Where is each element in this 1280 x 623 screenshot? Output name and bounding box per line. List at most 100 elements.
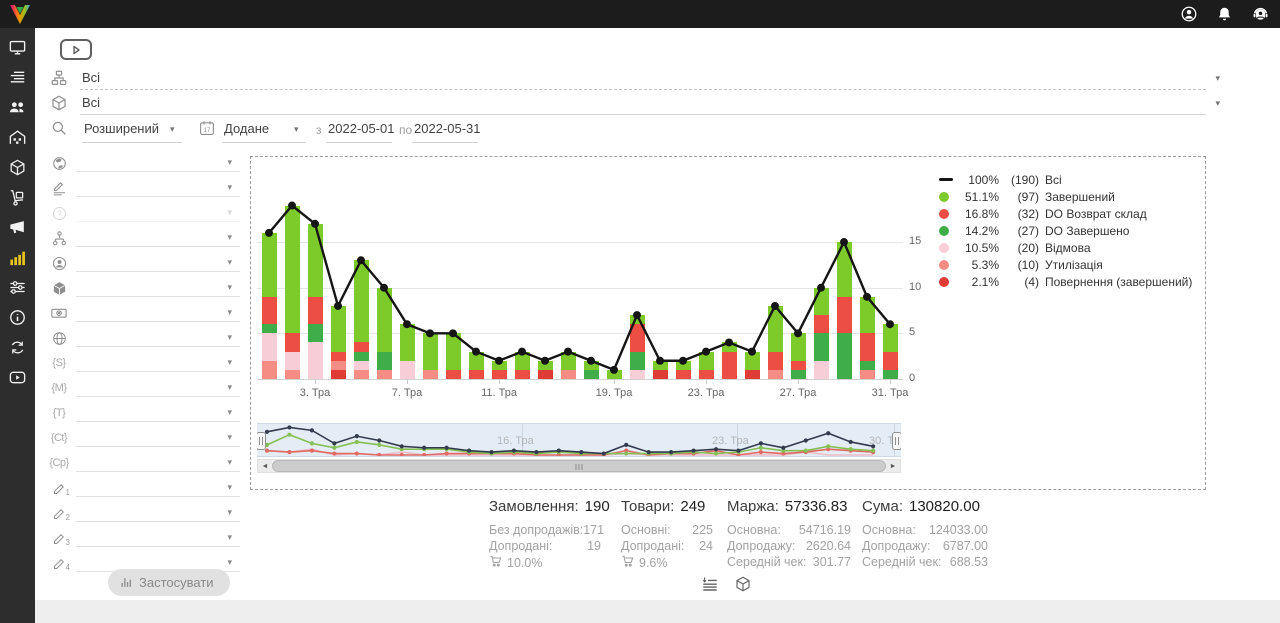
support-headset-icon[interactable]	[1251, 5, 1270, 24]
chevron-down-icon: ▾	[227, 357, 232, 368]
filter-select-pencil-3[interactable]: 3▾	[48, 526, 240, 551]
video-help-button[interactable]	[60, 39, 92, 60]
sync-refresh-icon[interactable]	[8, 338, 27, 357]
summary-sub-value: 171	[583, 522, 604, 538]
date-from-input[interactable]: 2022-05-01	[328, 121, 395, 136]
notifications-bell-icon[interactable]	[1216, 6, 1233, 23]
legend-count: (97)	[999, 190, 1039, 204]
date-field-select[interactable]: Додане	[224, 121, 269, 136]
chart-navigator[interactable]: 16. Тра23. Тра30. Тра	[257, 423, 901, 457]
legend-item[interactable]: 14.2%(27)DO Завершено	[939, 222, 1192, 239]
filter-select-globe-paint[interactable]: ▾	[48, 151, 240, 176]
chip-m-icon: {M}	[50, 379, 68, 397]
chevron-down-icon: ▾	[227, 257, 232, 268]
navigator-right-handle[interactable]	[892, 432, 901, 450]
chart-scrollbar[interactable]: ◄ ►	[257, 459, 901, 473]
pencil-1-icon: 1	[50, 479, 68, 497]
info-icon[interactable]	[8, 308, 27, 327]
calendar-icon: 17	[198, 119, 216, 142]
warehouse-icon[interactable]	[8, 128, 27, 147]
summary-value: 249	[680, 498, 705, 515]
pencil-3-icon: 3	[50, 529, 68, 547]
summary-value: 190	[585, 498, 610, 515]
summary-sub-label: Без допродажів:	[489, 522, 583, 538]
legend-percent: 14.2%	[955, 224, 999, 238]
scroll-left-arrow[interactable]: ◄	[258, 460, 272, 472]
legend-count: (20)	[999, 241, 1039, 255]
video-tutorials-icon[interactable]	[8, 368, 27, 387]
filter-select-hierarchy[interactable]: ▾	[48, 226, 240, 251]
dashboard-monitor-icon[interactable]	[8, 38, 27, 57]
chevron-down-icon: ▾	[294, 124, 299, 135]
scrollbar-thumb[interactable]	[272, 460, 886, 472]
filter-select-pencil-2[interactable]: 2▾	[48, 501, 240, 526]
legend-item[interactable]: 100%(190)Всі	[939, 171, 1192, 188]
filter-select-chip-ct[interactable]: {Ct}▾	[48, 426, 240, 451]
legend-label: DO Возврат склад	[1045, 207, 1147, 221]
analytics-chart-icon[interactable]	[8, 248, 27, 267]
summary-list-toggle-icon[interactable]	[700, 575, 720, 600]
footer-strip	[35, 600, 1280, 623]
summary-value: 57336.83	[785, 498, 848, 515]
filter-select-pencil-1[interactable]: 1▾	[48, 476, 240, 501]
globe-icon	[50, 329, 68, 347]
apply-button[interactable]: Застосувати	[108, 569, 230, 596]
legend-item[interactable]: 2.1%(4)Повернення (завершений)	[939, 273, 1192, 290]
legend-label: Повернення (завершений)	[1045, 275, 1192, 289]
date-from-label: з	[316, 123, 322, 137]
scroll-right-arrow[interactable]: ►	[886, 460, 900, 472]
filter-select-globe[interactable]: ▾	[48, 326, 240, 351]
filter-select-banknote[interactable]: ▾	[48, 301, 240, 326]
orders-list-icon[interactable]	[8, 68, 27, 87]
series-dot-icon	[939, 277, 955, 287]
globe-paint-icon	[50, 154, 68, 172]
customers-users-icon[interactable]	[8, 98, 27, 117]
filter-row-product[interactable]: Всі ▾	[48, 92, 1206, 116]
products-view-toggle-icon[interactable]	[734, 575, 752, 598]
marketing-megaphone-icon[interactable]	[8, 218, 27, 237]
filter-row-group[interactable]: Всі ▾	[48, 67, 1206, 91]
summary-sub-value: 19	[587, 538, 601, 554]
chevron-down-icon: ▾	[227, 157, 232, 168]
navigator-left-handle[interactable]	[257, 432, 266, 450]
chart-legend: 100%(190)Всі51.1%(97)Завершений16.8%(32)…	[939, 171, 1192, 290]
filter-row-search: Розширений ▾ 17 Додане ▾ з 2022-05-01 по…	[48, 117, 1206, 143]
filter-select-chip-t[interactable]: {T}▾	[48, 401, 240, 426]
upsell-percent-value: 10.0%	[507, 555, 542, 571]
signature-icon	[50, 179, 68, 197]
chevron-down-icon: ▾	[227, 407, 232, 418]
mini-chart-icon	[120, 576, 133, 589]
sitemap-icon	[50, 69, 68, 92]
legend-item[interactable]: 51.1%(97)Завершений	[939, 188, 1192, 205]
legend-label: Завершений	[1045, 190, 1115, 204]
chevron-down-icon: ▾	[227, 557, 232, 568]
summary-column: Замовлення:190Без допродажів:171Допродан…	[489, 498, 601, 572]
date-to-label: по	[399, 123, 412, 137]
filter-select-question[interactable]: ?▾	[48, 201, 240, 226]
chevron-down-icon: ▾	[227, 482, 232, 493]
user-account-icon[interactable]	[1180, 5, 1198, 23]
search-mode-select[interactable]: Розширений	[84, 121, 159, 136]
date-to-input[interactable]: 2022-05-31	[414, 121, 481, 136]
supply-dolly-icon[interactable]	[8, 188, 27, 207]
series-dot-icon	[939, 243, 955, 253]
filter-select-chip-m[interactable]: {M}▾	[48, 376, 240, 401]
legend-item[interactable]: 5.3%(10)Утилізація	[939, 256, 1192, 273]
summary-sub-value: 2620.64	[806, 538, 851, 554]
underline	[76, 546, 240, 547]
legend-item[interactable]: 16.8%(32)DO Возврат склад	[939, 205, 1192, 222]
legend-percent: 2.1%	[955, 275, 999, 289]
summary-sub-value: 225	[692, 522, 713, 538]
products-cube-icon[interactable]	[8, 158, 27, 177]
underline	[76, 296, 240, 297]
legend-item[interactable]: 10.5%(20)Відмова	[939, 239, 1192, 256]
filter-select-person-circle[interactable]: ▾	[48, 251, 240, 276]
underline	[76, 396, 240, 397]
filter-select-chip-cp[interactable]: {Cp}▾	[48, 451, 240, 476]
app-logo-icon[interactable]	[7, 1, 33, 27]
filter-select-cube-filled[interactable]: ▾	[48, 276, 240, 301]
filter-select-chip-s[interactable]: {S}▾	[48, 351, 240, 376]
filter-select-signature[interactable]: ▾	[48, 176, 240, 201]
underline	[76, 246, 240, 247]
settings-sliders-icon[interactable]	[8, 278, 27, 297]
